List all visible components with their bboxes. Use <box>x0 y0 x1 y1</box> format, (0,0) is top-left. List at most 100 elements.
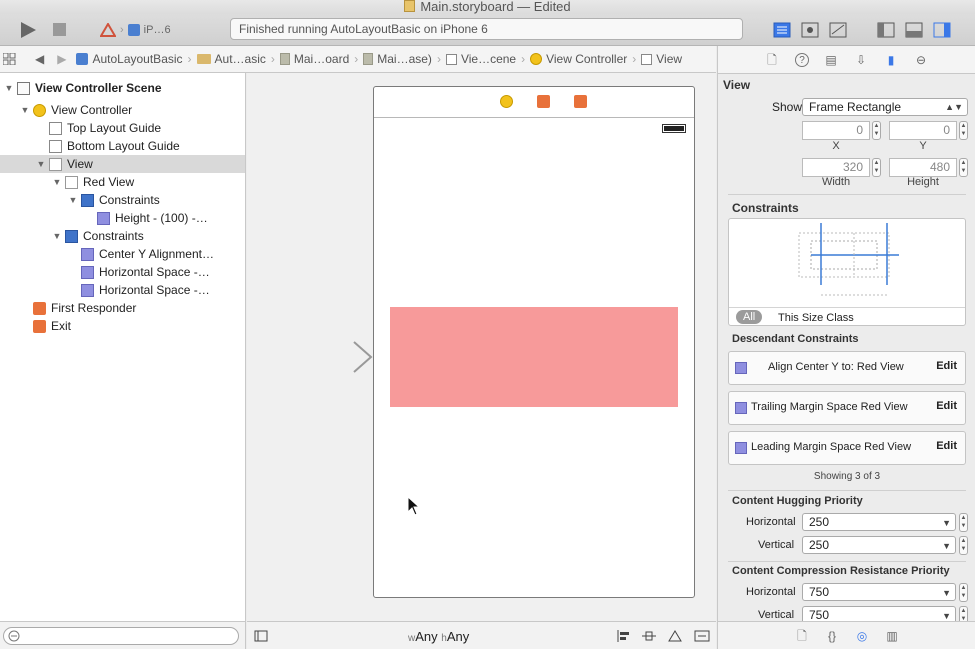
breadcrumb-separator: › <box>354 52 359 66</box>
initial-view-controller-arrow-icon[interactable] <box>282 340 376 376</box>
y-field[interactable]: 0 <box>889 121 957 140</box>
edit-button[interactable]: Edit <box>936 440 957 452</box>
constraint-icon <box>81 247 94 261</box>
back-arrow-icon[interactable]: ◀ <box>35 52 44 66</box>
outline-row-first-responder[interactable]: First Responder <box>0 299 245 317</box>
divider <box>728 561 966 562</box>
hugging-horizontal-combo[interactable]: 250 ▼ <box>802 513 956 531</box>
disclosure-triangle-icon[interactable]: ▼ <box>52 231 62 241</box>
outline-row-bottom-layout-guide[interactable]: Bottom Layout Guide <box>0 137 245 155</box>
resizing-behavior-icon[interactable] <box>694 630 710 642</box>
file-template-library-icon[interactable]: 🗋 <box>795 629 809 643</box>
view-controller-icon <box>530 53 543 65</box>
breadcrumb-view-controller[interactable]: View Controller <box>530 52 627 66</box>
disclosure-triangle-icon[interactable]: ▼ <box>68 195 78 205</box>
all-size-classes-toggle[interactable]: All <box>736 310 763 324</box>
view-controller-icon[interactable] <box>500 95 513 108</box>
outline-row-horizontal-space-constraint[interactable]: Horizontal Space -… <box>0 263 245 281</box>
disclosure-triangle-icon[interactable]: ▼ <box>52 177 62 187</box>
breadcrumb-separator: › <box>270 52 275 66</box>
x-field[interactable]: 0 <box>802 121 870 140</box>
red-view[interactable] <box>390 307 678 407</box>
assistant-editor-icon[interactable] <box>801 22 819 44</box>
breadcrumb-scene[interactable]: Vie…cene <box>445 52 516 66</box>
identity-inspector-icon[interactable]: ▤ <box>824 53 838 67</box>
related-items-icon[interactable] <box>3 53 17 65</box>
y-stepper[interactable]: ▲ ▼ <box>959 121 968 140</box>
view-icon <box>49 157 62 171</box>
hugging-vertical-combo[interactable]: 250 ▼ <box>802 536 956 554</box>
disclosure-triangle-icon[interactable]: ▼ <box>4 83 14 93</box>
standard-editor-icon[interactable] <box>773 22 791 44</box>
show-outline-icon[interactable] <box>254 630 268 642</box>
disclosure-triangle-icon[interactable]: ▼ <box>36 159 46 169</box>
width-stepper[interactable]: ▲ ▼ <box>872 158 881 177</box>
breadcrumb-project[interactable]: AutoLayoutBasic <box>76 52 183 66</box>
stop-icon[interactable] <box>52 22 68 44</box>
outline-row-center-y-constraint[interactable]: Center Y Alignment… <box>0 245 245 263</box>
constraint-card-center-y[interactable]: Align Center Y to: Red View Edit <box>728 351 966 385</box>
breadcrumb-storyboard[interactable]: Mai…oard <box>279 52 349 66</box>
activity-status: Finished running AutoLayoutBasic on iPho… <box>230 18 743 40</box>
size-inspector: View Show Frame Rectangle ▲▼ 0 ▲ ▼ 0 ▲ ▼ X … <box>717 74 975 621</box>
compression-vertical-stepper[interactable]: ▲ ▼ <box>959 606 968 621</box>
pin-icon[interactable] <box>642 630 656 642</box>
breadcrumb-storyboard-base[interactable]: Mai…ase) <box>363 52 432 66</box>
compression-vertical-combo[interactable]: 750 ▼ <box>802 606 956 621</box>
library-selector-bar: 🗋 {} ◎ ▥ <box>717 621 975 649</box>
outline-row-horizontal-space-constraint[interactable]: Horizontal Space -… <box>0 281 245 299</box>
disclosure-triangle-icon[interactable]: ▼ <box>20 105 30 115</box>
breadcrumb-separator: › <box>521 52 526 66</box>
hugging-horizontal-label: Horizontal <box>746 516 796 528</box>
hugging-horizontal-stepper[interactable]: ▲ ▼ <box>959 513 968 532</box>
compression-horizontal-stepper[interactable]: ▲ ▼ <box>959 583 968 602</box>
outline-row-view-controller[interactable]: ▼ View Controller <box>0 101 245 119</box>
outline-row-scene[interactable]: ▼ View Controller Scene <box>0 79 245 97</box>
edit-button[interactable]: Edit <box>936 400 957 412</box>
file-inspector-icon[interactable]: 🗋 <box>765 53 779 67</box>
connections-inspector-icon[interactable]: ⊖ <box>914 53 928 67</box>
toggle-utilities-icon[interactable] <box>933 22 951 44</box>
breadcrumb-folder[interactable]: Aut…asic <box>196 52 266 66</box>
scheme-selector[interactable]: › iP…6 <box>100 21 171 39</box>
show-popup[interactable]: Frame Rectangle ▲▼ <box>802 98 968 116</box>
outline-row-top-layout-guide[interactable]: Top Layout Guide <box>0 119 245 137</box>
height-field[interactable]: 480 <box>889 158 957 177</box>
height-stepper[interactable]: ▲ ▼ <box>959 158 968 177</box>
outline-row-red-view-constraints[interactable]: ▼ Constraints <box>0 191 245 209</box>
edit-button[interactable]: Edit <box>936 360 957 372</box>
compression-horizontal-combo[interactable]: 750 ▼ <box>802 583 956 601</box>
object-library-icon[interactable]: ◎ <box>855 629 869 643</box>
outline-row-exit[interactable]: Exit <box>0 317 245 335</box>
outline-row-view-constraints[interactable]: ▼ Constraints <box>0 227 245 245</box>
x-stepper[interactable]: ▲ ▼ <box>872 121 881 140</box>
forward-arrow-icon[interactable]: ▶ <box>57 52 66 66</box>
size-class-control[interactable]: wAny hAny <box>408 629 469 644</box>
resolve-issues-icon[interactable] <box>668 630 682 642</box>
width-field[interactable]: 320 <box>802 158 870 177</box>
constraint-card-leading[interactable]: Leading Margin Space Red View Edit <box>728 431 966 465</box>
version-editor-icon[interactable] <box>829 22 847 44</box>
run-icon[interactable] <box>18 20 38 42</box>
constraints-diagram[interactable]: All This Size Class <box>728 218 966 326</box>
toggle-navigator-icon[interactable] <box>877 22 895 44</box>
outline-row-height-constraint[interactable]: Height - (100) -… <box>0 209 245 227</box>
constraint-card-trailing[interactable]: Trailing Margin Space Red View Edit <box>728 391 966 425</box>
quick-help-icon[interactable]: ? <box>795 53 809 67</box>
exit-icon[interactable] <box>574 95 587 108</box>
media-library-icon[interactable]: ▥ <box>885 629 899 643</box>
first-responder-icon[interactable] <box>537 95 550 108</box>
attributes-inspector-icon[interactable]: ⇩ <box>854 53 868 67</box>
width-label: Width <box>821 176 851 188</box>
this-size-class-toggle[interactable]: This Size Class <box>778 312 854 324</box>
outline-row-view[interactable]: ▼ View <box>0 155 245 173</box>
hugging-vertical-stepper[interactable]: ▲ ▼ <box>959 536 968 555</box>
outline-filter-field[interactable] <box>3 627 239 645</box>
app-target-icon <box>100 23 116 37</box>
outline-row-red-view[interactable]: ▼ Red View <box>0 173 245 191</box>
code-snippet-library-icon[interactable]: {} <box>825 629 839 643</box>
toggle-debug-area-icon[interactable] <box>905 22 923 44</box>
size-inspector-icon[interactable]: ▮ <box>884 53 898 67</box>
breadcrumb-view[interactable]: View <box>641 52 682 66</box>
align-icon[interactable] <box>616 630 630 642</box>
